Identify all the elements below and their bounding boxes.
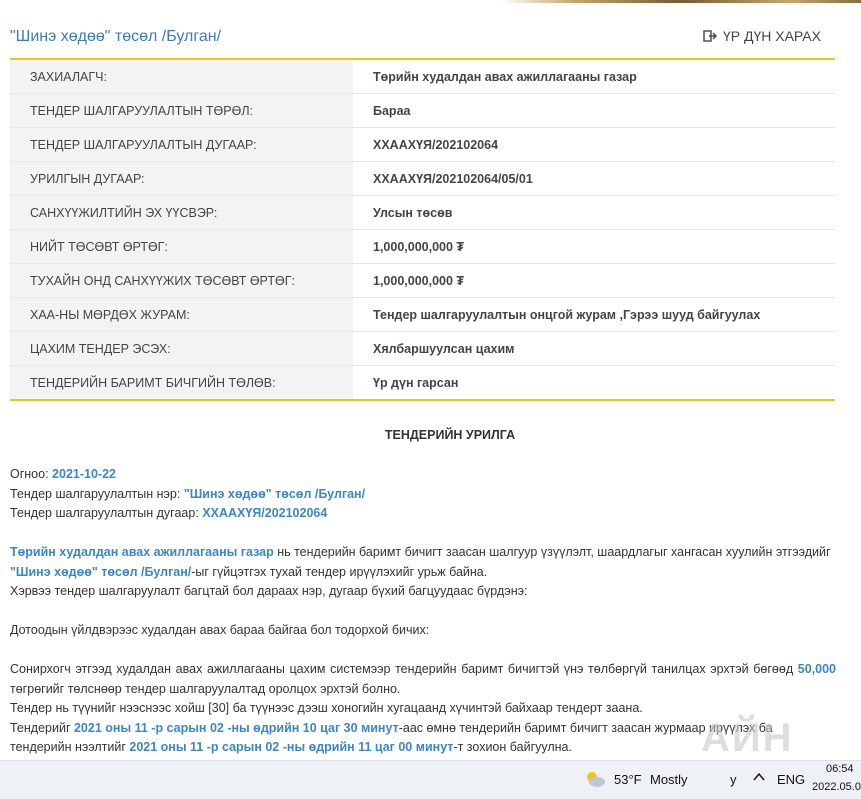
view-result-label: ҮР ДҮН ХАРАХ [722,28,821,44]
paragraph-text: Тендерийг [10,720,74,735]
row-label: УРИЛГЫН ДУГААР: [10,161,354,196]
weather-temperature[interactable]: 53°F [614,772,642,787]
row-value: ХХААХҮЯ/202102064 [353,127,835,162]
top-strip [0,0,861,3]
table-row: ЦАХИМ ТЕНДЕР ЭСЭХ: Хялбаршуулсан цахим [10,331,835,366]
paragraph-text: Сонирхогч этгээд худалдан авах ажиллагаа… [10,662,798,676]
row-label: ХАА-НЫ МӨРДӨХ ЖУРАМ: [10,297,354,332]
row-label: ЗАХИАЛАГЧ: [10,59,354,94]
row-label: ЦАХИМ ТЕНДЕР ЭСЭХ: [10,331,354,366]
row-value: Бараа [353,93,835,128]
row-value: Хялбаршуулсан цахим [353,331,835,366]
watermark-logo: АЙН [701,716,794,760]
weather-condition[interactable]: Mostly [650,772,688,787]
name-line: Тендер шалгаруулалтын нэр: "Шинэ хөдөө" … [10,485,836,505]
language-indicator[interactable]: ENG [777,772,805,787]
tender-name: "Шинэ хөдөө" төсөл /Булган/ [10,564,192,579]
invitation-body: Огноо: 2021-10-22 Тендер шалгаруулалтын … [10,465,836,758]
table-row: ТУХАЙН ОНД САНХҮҮЖИХ ТӨСӨВТ ӨРТӨГ: 1,000,… [10,263,835,298]
number-line: Тендер шалгаруулалтын дугаар: ХХААХҮЯ/20… [10,504,836,524]
table-row: ТЕНДЕР ШАЛГАРУУЛАЛТЫН ТӨРӨЛ: Бараа [10,93,835,128]
paragraph-text: нь тендерийн баримт бичигт заасан шалгуу… [273,545,831,559]
row-value: Төрийн худалдан авах ажиллагааны газар [353,59,835,94]
opening-time: 2021 оны 11 -р сарын 02 -ны өдрийн 11 ца… [129,740,454,754]
row-label: ТЕНДЕР ШАЛГАРУУЛАЛТЫН ДУГААР: [10,127,354,162]
table-row: ТЕНДЕРИЙН БАРИМТ БИЧГИЙН ТӨЛӨВ: Үр дүн га… [10,365,835,400]
row-value: Тендер шалгаруулалтын онцгой журам ,Гэрэ… [353,297,835,332]
windows-taskbar: 53°F Mostly y ENG 06:54 2022.05.0 [0,760,861,799]
date-line: Огноо: 2021-10-22 [10,465,836,485]
name-label: Тендер шалгаруулалтын нэр: [10,486,184,501]
row-value: Улсын төсөв [353,195,835,230]
weather-condition-tail[interactable]: y [730,772,737,787]
row-label: ТУХАЙН ОНД САНХҮҮЖИХ ТӨСӨВТ ӨРТӨГ: [10,263,354,298]
view-result-button[interactable]: ҮР ДҮН ХАРАХ [703,28,821,44]
number-value: ХХААХҮЯ/202102064 [202,506,328,520]
paragraph-text: төгрөгийг төлснөөр тендер шалгаруулалтад… [10,681,401,696]
row-label: ТЕНДЕРИЙН БАРИМТ БИЧГИЙН ТӨЛӨВ: [10,365,354,400]
row-label: ТЕНДЕР ШАЛГАРУУЛАЛТЫН ТӨРӨЛ: [10,93,354,128]
sign-out-icon [703,30,717,42]
row-value: ХХААХҮЯ/202102064/05/01 [353,161,835,196]
fee-amount: 50,000 [797,662,836,676]
table-row: УРИЛГЫН ДУГААР: ХХААХҮЯ/202102064/05/01 [10,161,835,196]
name-value: "Шинэ хөдөө" төсөл /Булган/ [183,486,366,501]
submission-deadline: 2021 оны 11 -р сарын 02 -ны өдрийн 10 ца… [73,720,399,735]
date-label: Огноо: [10,467,53,481]
row-value: 1,000,000,000 ₮ [353,263,835,298]
weather-cloud-sun-icon[interactable] [584,770,606,791]
row-value: Үр дүн гарсан [373,375,459,390]
procuring-entity-name: Төрийн худалдан авах ажиллагааны газар [10,545,274,559]
invitation-heading: ТЕНДЕРИЙН УРИЛГА [384,428,516,442]
page-title: "Шинэ хөдөө" төсөл /Булган/ [10,28,222,45]
invitation-paragraph-1: Төрийн худалдан авах ажиллагааны газар н… [10,543,836,582]
table-row: ЗАХИАЛАГЧ: Төрийн худалдан авах ажиллагаа… [10,59,835,94]
header-banner-image [501,0,861,3]
table-row: ТЕНДЕР ШАЛГАРУУЛАЛТЫН ДУГААР: ХХААХҮЯ/202… [10,127,835,162]
row-value: 1,000,000,000 ₮ [353,229,835,264]
chevron-up-icon[interactable] [752,770,766,787]
tender-info-table: ЗАХИАЛАГЧ: Төрийн худалдан авах ажиллагаа… [10,58,835,401]
paragraph-text: -т зохион байгуулна. [453,740,572,754]
table-row: САНХҮҮЖИЛТИЙН ЭХ ҮҮСВЭР: Улсын төсөв [10,195,835,230]
table-row: НИЙТ ТӨСӨВТ ӨРТӨГ: 1,000,000,000 ₮ [10,229,835,264]
clock-date[interactable]: 2022.05.0 [812,781,861,793]
invitation-paragraph-4: Сонирхогч этгээд худалдан авах ажиллагаа… [10,660,836,699]
table-row: ХАА-НЫ МӨРДӨХ ЖУРАМ: Тендер шалгаруулалты… [10,297,835,332]
row-label: САНХҮҮЖИЛТИЙН ЭХ ҮҮСВЭР: [10,195,354,230]
number-label: Тендер шалгаруулалтын дугаар: [10,506,203,520]
invitation-paragraph-2: Хэрвээ тендер шалгаруулалт багцтай бол д… [10,584,528,598]
paragraph-text: -ыг гүйцэтгэх тухай тендер ирүүлэхийг ур… [191,564,488,579]
row-label: НИЙТ ТӨСӨВТ ӨРТӨГ: [10,229,354,264]
date-value: 2021-10-22 [52,467,116,481]
clock-time[interactable]: 06:54 [826,763,854,775]
invitation-paragraph-3: Дотоодын үйлдвэрээс худалдан авах бараа … [10,623,430,637]
